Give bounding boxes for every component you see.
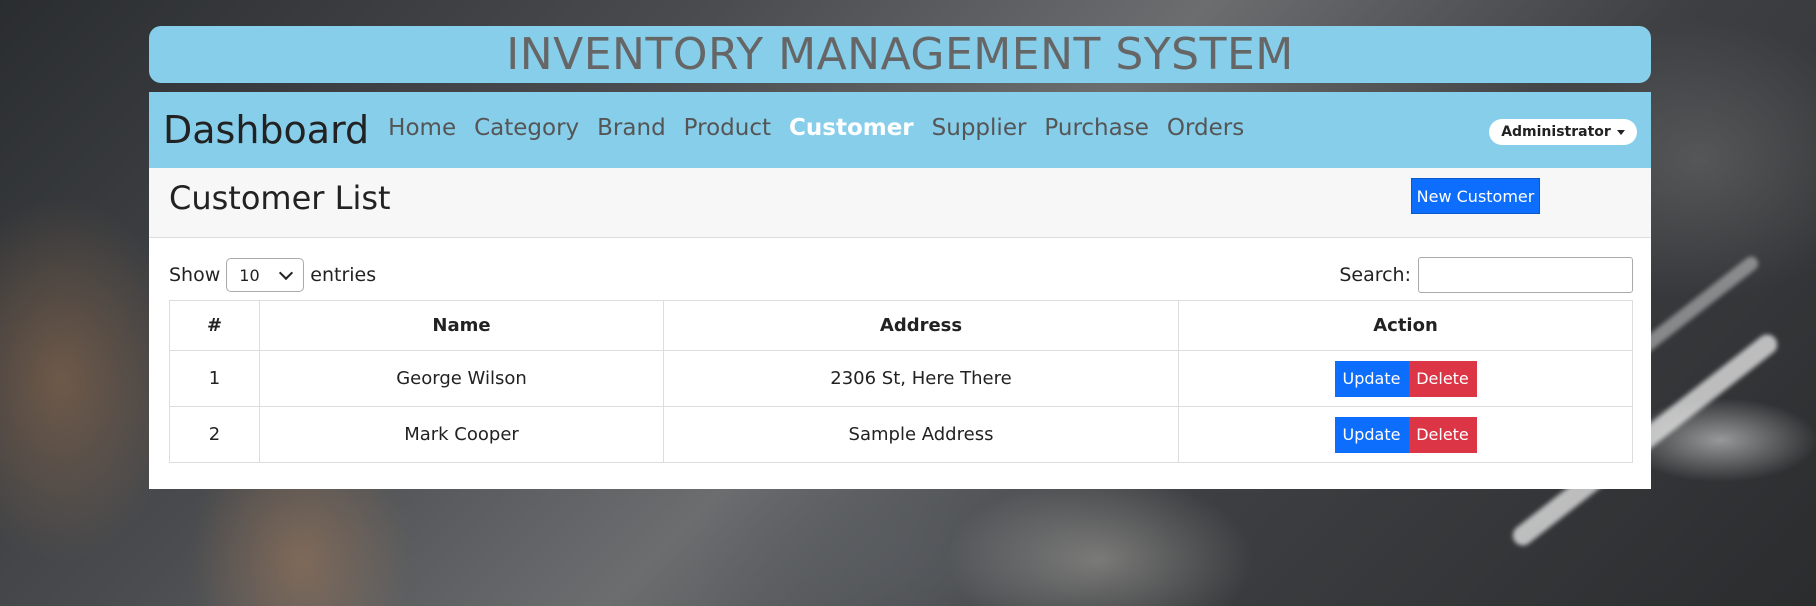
update-button[interactable]: Update <box>1334 360 1409 397</box>
entries-length-control: Show 10 entries <box>169 257 376 293</box>
delete-button[interactable]: Delete <box>1408 416 1477 453</box>
customer-name: Mark Cooper <box>259 406 664 463</box>
chevron-down-icon <box>279 265 294 280</box>
action-button-group: Update Delete <box>1334 416 1477 453</box>
main-navbar: Dashboard Home Category Brand Product Cu… <box>149 92 1651 168</box>
delete-button[interactable]: Delete <box>1408 360 1477 397</box>
navbar-brand[interactable]: Dashboard <box>163 108 369 152</box>
customer-address: Sample Address <box>663 406 1179 463</box>
entries-label: entries <box>310 264 377 286</box>
table-row: 2 Mark Cooper Sample Address Update Dele… <box>169 406 1633 463</box>
column-header-name[interactable]: Name <box>259 300 664 351</box>
show-label: Show <box>169 264 221 286</box>
nav-link-product[interactable]: Product <box>675 115 780 141</box>
app-title-bar: INVENTORY MANAGEMENT SYSTEM <box>149 26 1651 83</box>
customer-name: George Wilson <box>259 350 664 407</box>
card-header: Customer List New Customer <box>149 168 1651 238</box>
row-number: 1 <box>169 350 260 407</box>
row-actions: Update Delete <box>1178 350 1633 407</box>
action-button-group: Update Delete <box>1334 360 1477 397</box>
entries-select-value: 10 <box>239 265 260 285</box>
caret-down-icon <box>1616 130 1625 135</box>
customer-table: # Name Address Action 1 George Wilson 23… <box>169 300 1633 463</box>
customer-address: 2306 St, Here There <box>663 350 1179 407</box>
page-title: Customer List <box>169 179 391 217</box>
table-controls: Show 10 entries Search: <box>169 257 1633 293</box>
nav-links: Home Category Brand Product Customer Sup… <box>379 115 1253 141</box>
column-header-action[interactable]: Action <box>1178 300 1633 351</box>
nav-link-customer[interactable]: Customer <box>780 115 923 141</box>
row-number: 2 <box>169 406 260 463</box>
nav-link-purchase[interactable]: Purchase <box>1035 115 1157 141</box>
customer-list-card: Customer List New Customer Show 10 entri… <box>149 168 1651 489</box>
table-row: 1 George Wilson 2306 St, Here There Upda… <box>169 350 1633 407</box>
app-title: INVENTORY MANAGEMENT SYSTEM <box>506 29 1294 80</box>
table-header-row: # Name Address Action <box>169 300 1633 351</box>
search-label: Search: <box>1339 264 1411 286</box>
nav-link-orders[interactable]: Orders <box>1158 115 1253 141</box>
entries-select[interactable]: 10 <box>226 258 305 292</box>
column-header-number[interactable]: # <box>169 300 260 351</box>
nav-link-supplier[interactable]: Supplier <box>923 115 1036 141</box>
column-header-address[interactable]: Address <box>663 300 1179 351</box>
nav-link-home[interactable]: Home <box>379 115 465 141</box>
update-button[interactable]: Update <box>1334 416 1409 453</box>
search-input[interactable] <box>1418 257 1633 293</box>
new-customer-button[interactable]: New Customer <box>1411 178 1540 214</box>
nav-link-brand[interactable]: Brand <box>588 115 675 141</box>
user-menu-dropdown[interactable]: Administrator <box>1489 119 1637 145</box>
user-menu-label: Administrator <box>1501 124 1611 140</box>
search-control: Search: <box>1339 257 1633 293</box>
row-actions: Update Delete <box>1178 406 1633 463</box>
nav-link-category[interactable]: Category <box>465 115 588 141</box>
